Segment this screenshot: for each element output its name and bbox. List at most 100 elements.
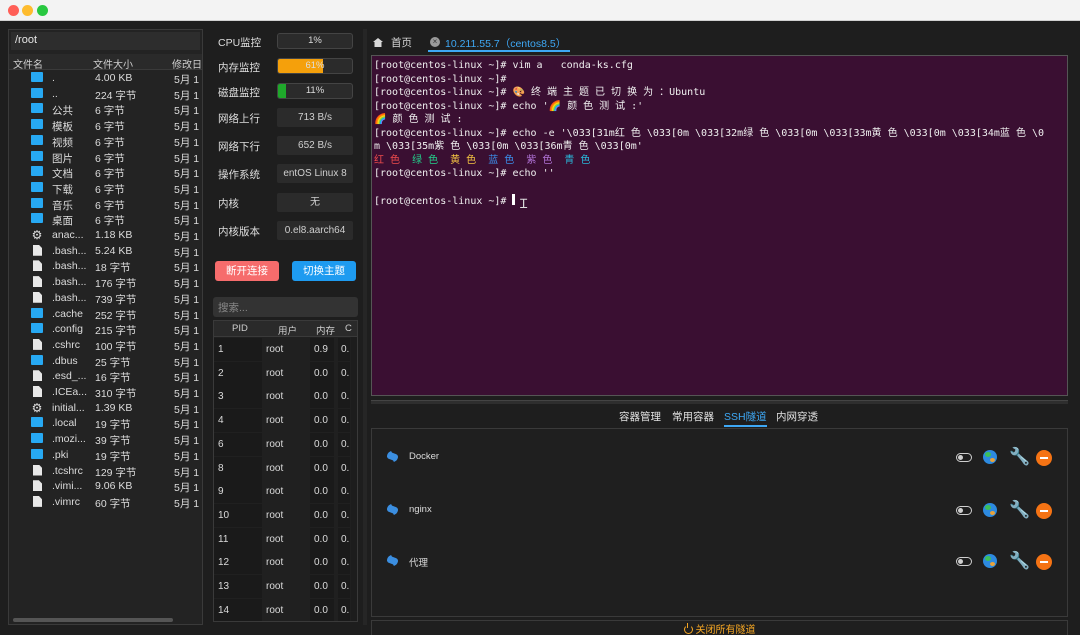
wrench-icon[interactable]: 🔧 <box>1009 448 1030 466</box>
file-row[interactable]: 图片 6 字节 5月 1 <box>9 150 202 166</box>
file-row[interactable]: .ICEa... 310 字节 5月 1 <box>9 385 202 401</box>
process-cpu: 0. <box>341 438 350 450</box>
file-list-scrollbar[interactable] <box>13 618 173 622</box>
tunnel-toggle[interactable] <box>956 506 972 515</box>
close-all-tunnels-button[interactable]: 关闭所有隧道 <box>371 620 1068 635</box>
process-row[interactable]: 14 root 0.0 0. <box>214 598 357 621</box>
telescope-icon <box>386 504 400 516</box>
file-row[interactable]: .bash... 18 字节 5月 1 <box>9 259 202 275</box>
file-row[interactable]: 文档 6 字节 5月 1 <box>9 165 202 181</box>
file-row[interactable]: ⚙ initial... 1.39 KB 5月 1 <box>9 401 202 417</box>
process-row[interactable]: 4 root 0.0 0. <box>214 409 357 433</box>
header-user[interactable]: 用户 <box>278 323 297 337</box>
file-row[interactable]: 桌面 6 字节 5月 1 <box>9 212 202 228</box>
file-row[interactable]: .dbus 25 字节 5月 1 <box>9 354 202 370</box>
file-size: 739 字节 <box>95 293 137 306</box>
process-row[interactable]: 2 root 0.0 0. <box>214 361 357 386</box>
close-window-button[interactable] <box>8 5 19 16</box>
switch-theme-button[interactable]: 切换主题 <box>292 261 356 281</box>
file-date: 5月 1 <box>174 121 200 134</box>
process-row[interactable]: 10 root 0.0 0. <box>214 503 357 528</box>
wrench-icon[interactable]: 🔧 <box>1009 552 1030 570</box>
process-row[interactable]: 11 root 0.0 0. <box>214 527 357 552</box>
file-row[interactable]: ⚙ anac... 1.18 KB 5月 1 <box>9 228 202 244</box>
header-pid[interactable]: PID <box>232 323 248 334</box>
header-name[interactable]: 文件名 <box>13 56 43 71</box>
kernel-label: 内核 <box>218 198 239 210</box>
tunnel-toggle[interactable] <box>956 557 972 566</box>
file-size: 39 字节 <box>95 435 131 448</box>
file-row[interactable]: .bash... 5.24 KB 5月 1 <box>9 244 202 260</box>
file-row[interactable]: .bash... 739 字节 5月 1 <box>9 291 202 307</box>
process-table-scrollbar[interactable] <box>351 337 357 621</box>
process-row[interactable]: 13 root 0.0 0. <box>214 575 357 599</box>
terminal-line: [root@centos-linux ~]# <box>374 194 1065 208</box>
remove-tunnel-button[interactable] <box>1036 554 1052 570</box>
file-size: 19 字节 <box>95 450 131 463</box>
disconnect-button[interactable]: 断开连接 <box>215 261 279 281</box>
globe-icon[interactable] <box>983 503 997 517</box>
terminal-divider[interactable] <box>371 400 1068 404</box>
process-search-input[interactable]: 搜索... <box>213 297 358 317</box>
file-row[interactable]: .cache 252 字节 5月 1 <box>9 307 202 323</box>
header-mem[interactable]: 内存 <box>316 323 335 337</box>
file-row[interactable]: 视频 6 字节 5月 1 <box>9 134 202 150</box>
file-row[interactable]: 公共 6 字节 5月 1 <box>9 102 202 118</box>
file-row[interactable]: .esd_... 16 字节 5月 1 <box>9 369 202 385</box>
file-size: 1.18 KB <box>95 229 133 241</box>
process-row[interactable]: 6 root 0.0 0. <box>214 432 357 457</box>
terminal-text: [root@centos-linux ~]# echo '' <box>374 168 555 179</box>
path-input[interactable]: /root <box>11 32 200 50</box>
remove-tunnel-button[interactable] <box>1036 450 1052 466</box>
terminal-text: [root@centos-linux ~]# echo -e '\033[31m… <box>374 127 1045 139</box>
header-cpu[interactable]: C <box>345 323 352 334</box>
tunnel-toggle[interactable] <box>956 453 972 462</box>
minimize-window-button[interactable] <box>22 5 33 16</box>
process-row[interactable]: 1 root 0.9 0. <box>214 338 357 362</box>
file-row[interactable]: . 4.00 KB 5月 1 <box>9 71 202 87</box>
file-name: .esd_... <box>52 370 87 383</box>
disk-row: 磁盘监控 11% <box>212 82 354 102</box>
process-user: root <box>266 415 284 427</box>
file-row[interactable]: .pki 19 字节 5月 1 <box>9 448 202 464</box>
file-row[interactable]: .local 19 字节 5月 1 <box>9 416 202 432</box>
tab-ssh-tunnel[interactable]: SSH隧道 <box>724 409 767 427</box>
terminal[interactable]: [root@centos-linux ~]# vim a conda-ks.cf… <box>371 55 1068 396</box>
wrench-icon[interactable]: 🔧 <box>1009 501 1030 519</box>
tab-container-management[interactable]: 容器管理 <box>619 409 661 424</box>
file-row[interactable]: .mozi... 39 字节 5月 1 <box>9 432 202 448</box>
header-date[interactable]: 修改日 <box>172 56 202 71</box>
file-name: .bash... <box>52 276 87 289</box>
process-pid: 2 <box>218 367 224 379</box>
file-row[interactable]: .vimi... 9.06 KB 5月 1 <box>9 479 202 495</box>
file-row[interactable]: .cshrc 100 字节 5月 1 <box>9 338 202 354</box>
file-row[interactable]: .bash... 176 字节 5月 1 <box>9 275 202 291</box>
file-size: 16 字节 <box>95 372 131 385</box>
file-row[interactable]: 下载 6 字节 5月 1 <box>9 181 202 197</box>
process-row[interactable]: 3 root 0.0 0. <box>214 385 357 409</box>
process-row[interactable]: 9 root 0.0 0. <box>214 480 357 504</box>
globe-icon[interactable] <box>983 554 997 568</box>
globe-icon[interactable] <box>983 450 997 464</box>
remove-tunnel-button[interactable] <box>1036 503 1052 519</box>
close-icon[interactable]: × <box>430 37 440 47</box>
file-icon <box>33 338 42 350</box>
file-row[interactable]: .config 215 字节 5月 1 <box>9 322 202 338</box>
maximize-window-button[interactable] <box>37 5 48 16</box>
file-row[interactable]: 音乐 6 字节 5月 1 <box>9 197 202 213</box>
tab-common-containers[interactable]: 常用容器 <box>672 409 714 424</box>
file-date: 5月 1 <box>174 466 200 479</box>
process-row[interactable]: 8 root 0.0 0. <box>214 456 357 481</box>
tab-home[interactable]: 首页 <box>373 35 412 50</box>
process-user: root <box>266 391 284 403</box>
panel-splitter[interactable] <box>363 29 367 625</box>
file-row[interactable]: .. 224 字节 5月 1 <box>9 87 202 103</box>
process-row[interactable]: 12 root 0.0 0. <box>214 551 357 575</box>
tab-session[interactable]: × 10.211.55.7（centos8.5） <box>428 35 570 52</box>
file-row[interactable]: 模板 6 字节 5月 1 <box>9 118 202 134</box>
tab-intranet-penetration[interactable]: 内网穿透 <box>776 409 818 424</box>
file-date: 5月 1 <box>174 293 200 306</box>
header-size[interactable]: 文件大小 <box>93 56 133 71</box>
file-row[interactable]: .tcshrc 129 字节 5月 1 <box>9 464 202 480</box>
file-row[interactable]: .vimrc 60 字节 5月 1 <box>9 495 202 511</box>
